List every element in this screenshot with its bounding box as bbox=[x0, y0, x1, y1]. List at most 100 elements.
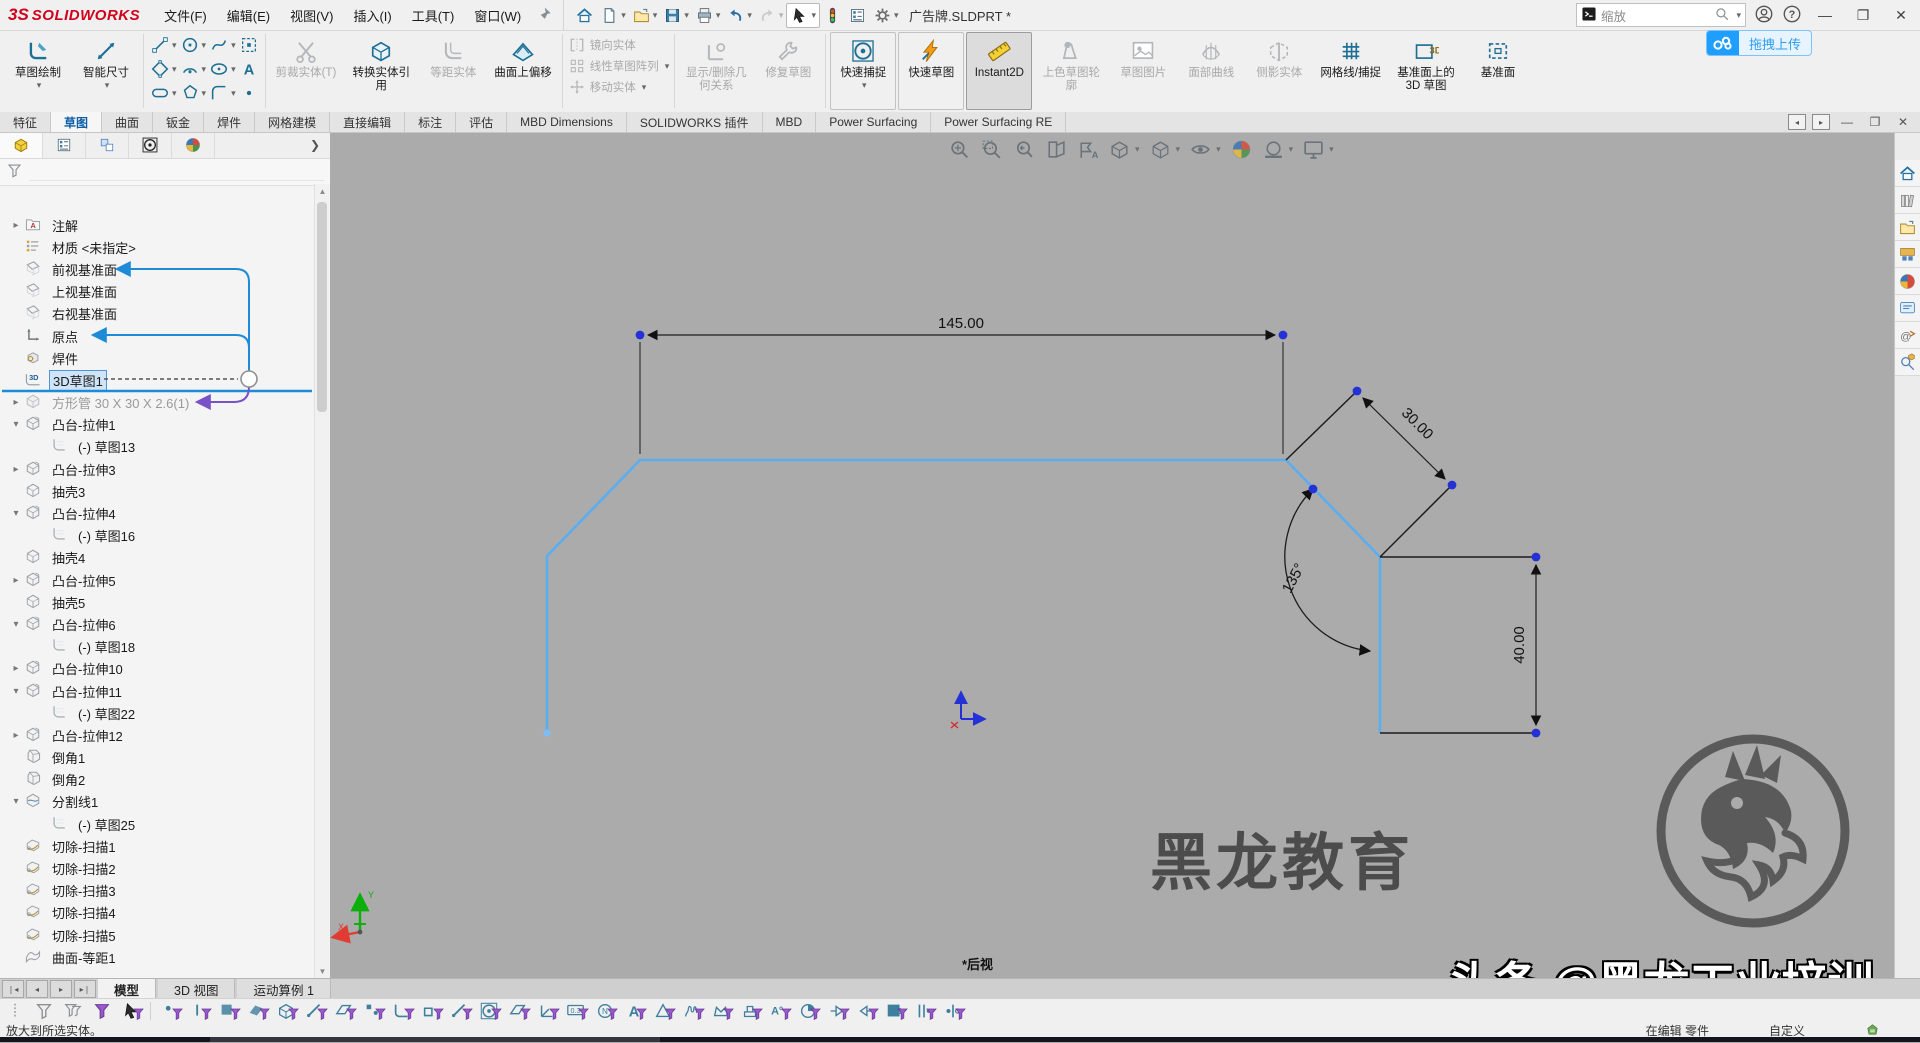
taskpane-solidworks-forum[interactable] bbox=[1895, 349, 1920, 376]
tab-评估[interactable]: 评估 bbox=[456, 112, 507, 132]
arc-tool-button[interactable]: ▾ bbox=[179, 58, 208, 80]
tab-特征[interactable]: 特征 bbox=[0, 112, 51, 132]
menu-window[interactable]: 窗口(W) bbox=[464, 0, 531, 30]
filter-sketch-points-button[interactable] bbox=[360, 1000, 386, 1022]
tree-item[interactable]: ▸凸台-拉伸3 bbox=[0, 458, 330, 480]
tree-item[interactable]: 抽壳4 bbox=[0, 547, 330, 569]
filter-toggle-button[interactable] bbox=[89, 1000, 115, 1022]
filter-notes-button[interactable]: A bbox=[621, 1000, 647, 1022]
dropdown-arrow-icon[interactable]: ▾ bbox=[862, 80, 867, 91]
filter-axes-button[interactable] bbox=[505, 1000, 531, 1022]
filter-weld-symbols-button[interactable] bbox=[708, 1000, 734, 1022]
dimension-135[interactable]: 135° bbox=[1279, 489, 1370, 651]
tree-item[interactable]: 切除-扫描4 bbox=[0, 902, 330, 924]
filter-midpoints-button[interactable] bbox=[447, 1000, 473, 1022]
tab-直接编辑[interactable]: 直接编辑 bbox=[330, 112, 405, 132]
tree-item[interactable]: (-) 草图13 bbox=[0, 436, 330, 458]
tree-item[interactable]: ▾凸台-拉伸6 bbox=[0, 613, 330, 635]
tree-scrollbar[interactable]: ▲ ▼ bbox=[314, 184, 330, 978]
tree-item[interactable]: (-) 草图18 bbox=[0, 636, 330, 658]
filter-center-marks-button[interactable] bbox=[476, 1000, 502, 1022]
filter-faces-button[interactable] bbox=[215, 1000, 241, 1022]
nav-first-button[interactable]: ❘◂ bbox=[2, 980, 24, 998]
chevron-down-icon[interactable]: ▾ bbox=[8, 686, 24, 697]
select-button[interactable]: ▾ bbox=[786, 3, 820, 28]
tree-item[interactable]: 切除-扫描1 bbox=[0, 835, 330, 857]
ribbon-convert-button[interactable]: 转换实体引用 bbox=[344, 32, 418, 110]
chevron-right-icon[interactable]: ▸ bbox=[8, 663, 24, 674]
settings-button[interactable]: ▾ bbox=[870, 4, 902, 27]
ribbon-planeref-button[interactable]: 基准面 bbox=[1465, 32, 1531, 110]
dropdown-arrow-icon[interactable]: ▾ bbox=[37, 80, 42, 91]
filter-planes-button[interactable] bbox=[331, 1000, 357, 1022]
dropdown-arrow-icon[interactable]: ▾ bbox=[684, 10, 689, 21]
chevron-right-icon[interactable]: ▸ bbox=[8, 464, 24, 475]
ribbon-offsurf-button[interactable]: 曲面上偏移 bbox=[488, 32, 558, 110]
dropdown-arrow-icon[interactable]: ▾ bbox=[811, 10, 816, 21]
restore-button[interactable]: ❐ bbox=[1848, 2, 1878, 28]
select-cursor-button[interactable] bbox=[118, 1000, 144, 1022]
tree-item[interactable]: 上视基准面 bbox=[0, 281, 330, 303]
tree-item[interactable]: 3D3D草图1 bbox=[0, 369, 330, 391]
filter-dock-left-button[interactable] bbox=[824, 1000, 850, 1022]
tree-item[interactable]: ▾凸台-拉伸4 bbox=[0, 502, 330, 524]
dimension-145[interactable]: 145.00 bbox=[640, 315, 1283, 454]
chevron-down-icon[interactable]: ▾ bbox=[8, 419, 24, 430]
tree-item[interactable]: 切除-扫描2 bbox=[0, 857, 330, 879]
scroll-down-icon[interactable]: ▼ bbox=[315, 964, 330, 978]
tree-item[interactable]: 抽壳5 bbox=[0, 591, 330, 613]
menu-insert[interactable]: 插入(I) bbox=[343, 0, 401, 30]
ribbon-smartdim-button[interactable]: 智能尺寸▾ bbox=[73, 32, 139, 110]
filter-datums-button[interactable] bbox=[737, 1000, 763, 1022]
tab-Power Surfacing RE[interactable]: Power Surfacing RE bbox=[931, 112, 1066, 132]
filter-routing-points-button[interactable] bbox=[940, 1000, 966, 1022]
dimension-30[interactable]: 30.00 bbox=[1363, 398, 1445, 479]
options-list-button[interactable] bbox=[845, 4, 870, 27]
user-account-icon[interactable] bbox=[1754, 4, 1774, 27]
chevron-down-icon[interactable]: ▾ bbox=[8, 619, 24, 630]
dropdown-arrow-icon[interactable]: ▾ bbox=[172, 40, 177, 51]
filter-coordinate-systems-button[interactable] bbox=[534, 1000, 560, 1022]
tab-MBD Dimensions[interactable]: MBD Dimensions bbox=[507, 112, 627, 132]
search-icon[interactable] bbox=[1714, 6, 1730, 25]
chevron-right-icon[interactable]: ▸ bbox=[8, 575, 24, 586]
tab-焊件[interactable]: 焊件 bbox=[204, 112, 255, 132]
tab-Power Surfacing[interactable]: Power Surfacing bbox=[816, 112, 931, 132]
tab-标注[interactable]: 标注 bbox=[405, 112, 456, 132]
open-document-button[interactable]: ▾ bbox=[629, 4, 661, 27]
dropdown-arrow-icon[interactable]: ▾ bbox=[231, 40, 236, 51]
filter-dimensions-button[interactable]: 0.3 bbox=[563, 1000, 589, 1022]
taskpane-file-explorer[interactable] bbox=[1895, 241, 1920, 268]
command-search-box[interactable]: 缩放 ▾ bbox=[1576, 3, 1746, 27]
filter-edges-button[interactable] bbox=[186, 1000, 212, 1022]
chevron-right-icon[interactable]: ▸ bbox=[8, 397, 24, 408]
taskpane-home[interactable] bbox=[1895, 160, 1920, 187]
tree-item[interactable]: ▸方形管 30 X 30 X 2.6(1) bbox=[0, 392, 330, 414]
menu-view[interactable]: 视图(V) bbox=[280, 0, 343, 30]
line-tool-button[interactable]: ▾ bbox=[149, 34, 178, 56]
dropdown-arrow-icon[interactable]: ▾ bbox=[231, 64, 236, 75]
minimize-button[interactable]: — bbox=[1810, 2, 1840, 28]
sketch-profile-line[interactable] bbox=[547, 460, 1380, 733]
tree-item[interactable]: 原点 bbox=[0, 325, 330, 347]
save-button[interactable]: ▾ bbox=[660, 4, 692, 27]
dropdown-arrow-icon[interactable]: ▾ bbox=[202, 40, 207, 51]
doc-restore-button[interactable]: ❐ bbox=[1864, 115, 1886, 129]
doc-tab-运动算例 1[interactable]: 运动算例 1 bbox=[237, 979, 330, 999]
tree-item[interactable]: 抽壳3 bbox=[0, 480, 330, 502]
dropdown-arrow-icon[interactable]: ▾ bbox=[716, 10, 721, 21]
doc-minimize-button[interactable]: — bbox=[1836, 115, 1858, 129]
tree-filter-input[interactable] bbox=[29, 164, 324, 181]
tree-item[interactable]: 右视基准面 bbox=[0, 303, 330, 325]
dock-left-icon[interactable]: ◂ bbox=[1788, 114, 1806, 130]
trim-box-tool-button[interactable] bbox=[238, 34, 260, 56]
filter-gtol-button[interactable] bbox=[650, 1000, 676, 1022]
pin-icon[interactable] bbox=[535, 5, 553, 26]
doc-tab-3D 视图[interactable]: 3D 视图 bbox=[158, 979, 235, 999]
scroll-up-icon[interactable]: ▲ bbox=[315, 184, 330, 198]
tree-item[interactable]: 切除-扫描3 bbox=[0, 880, 330, 902]
tree-item[interactable]: 焊件 bbox=[0, 347, 330, 369]
chevron-down-icon[interactable]: ▾ bbox=[8, 796, 24, 807]
dropdown-arrow-icon[interactable]: ▾ bbox=[105, 80, 110, 91]
filter-block-region-button[interactable] bbox=[882, 1000, 908, 1022]
